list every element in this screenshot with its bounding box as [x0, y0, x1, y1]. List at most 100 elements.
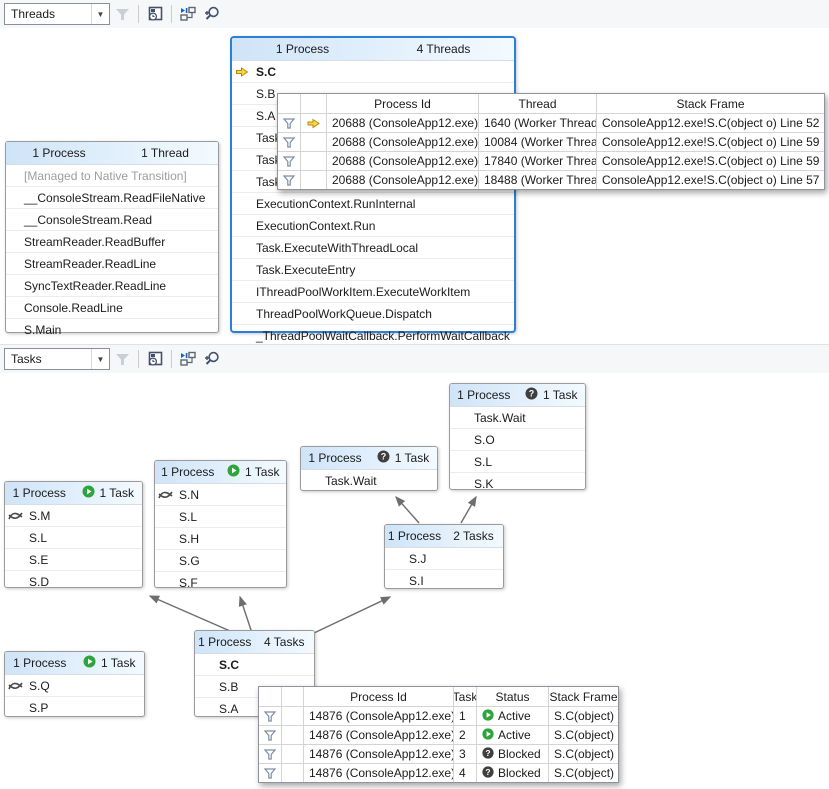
stack-frame-row[interactable]: S.G	[155, 550, 286, 572]
filter-flagged-icon[interactable]	[110, 348, 134, 370]
cell-task[interactable]: 3	[453, 744, 476, 763]
row-filter-icon[interactable]	[259, 744, 281, 763]
cell-stack-frame[interactable]: ConsoleApp12.exe!S.C(object o) Line 57	[596, 170, 824, 189]
cell-task[interactable]: 1	[453, 706, 476, 725]
stack-frame-row[interactable]: S.D	[5, 571, 142, 592]
task-box-running-m[interactable]: 1 Process 1 Task S.M S.L S.E S.D	[4, 481, 143, 588]
cell-process-id[interactable]: 14876 (ConsoleApp12.exe)	[303, 725, 453, 744]
stack-frame-row[interactable]: Task.ExecuteWithThreadLocal	[232, 237, 514, 259]
stack-frame-row[interactable]: S.L	[5, 527, 142, 549]
stack-frame-row[interactable]: [Managed to Native Transition]	[6, 165, 218, 187]
cell-stack-frame[interactable]: ConsoleApp12.exe!S.C(object o) Line 52	[596, 113, 824, 132]
stack-frame-row[interactable]: __ConsoleStream.Read	[6, 209, 218, 231]
stack-frame-row[interactable]: StreamReader.ReadBuffer	[6, 231, 218, 253]
stack-frame-row[interactable]: ThreadPoolWorkQueue.Dispatch	[232, 303, 514, 325]
cell-thread[interactable]: 10084 (Worker Thread)	[478, 132, 596, 151]
stack-frame-row[interactable]: __ConsoleStream.ReadFileNative	[6, 187, 218, 209]
cell-status[interactable]: Active	[476, 706, 548, 725]
view-selector-tasks[interactable]: Tasks ▼	[4, 348, 110, 370]
stack-frame-row[interactable]: S.Q	[5, 675, 144, 697]
stack-frame-row[interactable]: S.C	[195, 654, 314, 676]
stack-frame-row[interactable]: S.K	[450, 473, 585, 494]
current-location-icon	[8, 511, 23, 521]
view-selector-threads[interactable]: Threads ▼	[4, 3, 110, 25]
table-header-cell	[259, 687, 281, 706]
autoscroll-current-frame-icon[interactable]	[176, 348, 200, 370]
autoscroll-current-frame-icon[interactable]	[176, 3, 200, 25]
stack-frame-row[interactable]: S.J	[385, 548, 503, 570]
stack-frame-row[interactable]: S.H	[155, 528, 286, 550]
stack-frame-row[interactable]: IThreadPoolWorkItem.ExecuteWorkItem	[232, 281, 514, 303]
threads-main-stack-box[interactable]: 1 Process 1 Thread [Managed to Native Tr…	[5, 141, 219, 333]
cell-status[interactable]: ? Blocked	[476, 744, 548, 763]
stack-frame-row[interactable]: S.Main	[6, 319, 218, 340]
cell-process-id[interactable]: 14876 (ConsoleApp12.exe)	[303, 706, 453, 725]
cell-stack-frame[interactable]: ConsoleApp12.exe!S.C(object o) Line 59	[596, 151, 824, 170]
stack-frame-row[interactable]: Task.Wait	[301, 470, 437, 491]
stack-frame-row[interactable]: S.L	[450, 451, 585, 473]
cell-stack-frame[interactable]: S.C(object)	[548, 725, 618, 744]
stack-frame-row[interactable]: S.P	[5, 697, 144, 718]
toggle-method-view-icon[interactable]	[143, 3, 167, 25]
cell-stack-frame[interactable]: ConsoleApp12.exe!S.C(object o) Line 59	[596, 132, 824, 151]
row-filter-icon[interactable]	[278, 113, 300, 132]
cell-thread[interactable]: 1640 (Worker Thread)	[478, 113, 596, 132]
stack-frame-row[interactable]: ExecutionContext.Run	[232, 215, 514, 237]
stack-frame-row[interactable]: SyncTextReader.ReadLine	[6, 275, 218, 297]
stack-frame-row[interactable]: S.E	[5, 549, 142, 571]
toggle-zoom-control-icon[interactable]	[200, 348, 224, 370]
toggle-method-view-icon[interactable]	[143, 348, 167, 370]
stack-frame-row[interactable]: S.O	[450, 429, 585, 451]
row-filter-icon[interactable]	[259, 706, 281, 725]
stack-frame-row[interactable]: S.N	[155, 484, 286, 506]
cell-process-id[interactable]: 20688 (ConsoleApp12.exe)	[326, 132, 478, 151]
cell-stack-frame[interactable]: S.C(object)	[548, 763, 618, 782]
task-box-blocked-shallow[interactable]: 1 Process ? 1 Task Task.Wait	[300, 446, 438, 491]
cell-thread[interactable]: 17840 (Worker Thread)	[478, 151, 596, 170]
stack-frame-row[interactable]: S.F	[155, 572, 286, 593]
stack-frame-row[interactable]: ExecutionContext.RunInternal	[232, 193, 514, 215]
stack-frame-row[interactable]: S.I	[385, 570, 503, 591]
cell-status[interactable]: Active	[476, 725, 548, 744]
stack-frame-row[interactable]: S.M	[5, 505, 142, 527]
row-filter-icon[interactable]	[259, 763, 281, 782]
chevron-down-icon[interactable]: ▼	[91, 349, 109, 369]
cell-process-id[interactable]: 14876 (ConsoleApp12.exe)	[303, 744, 453, 763]
toggle-zoom-control-icon[interactable]	[200, 3, 224, 25]
stack-frame-row[interactable]: S.L	[155, 506, 286, 528]
stack-frame-row[interactable]: _ThreadPoolWaitCallback.PerformWaitCallb…	[232, 325, 514, 346]
cell-thread[interactable]: 18488 (Worker Thread)	[478, 170, 596, 189]
cell-stack-frame[interactable]: S.C(object)	[548, 706, 618, 725]
cell-task[interactable]: 2	[453, 725, 476, 744]
stack-frame-row[interactable]: S.C	[232, 61, 514, 83]
filter-flagged-icon[interactable]	[110, 3, 134, 25]
frame-label: _ThreadPoolWaitCallback.PerformWaitCallb…	[256, 329, 510, 343]
row-filter-icon[interactable]	[278, 132, 300, 151]
col-header-process-id: Process Id	[326, 94, 478, 113]
cell-process-id[interactable]: 20688 (ConsoleApp12.exe)	[326, 151, 478, 170]
cell-process-id[interactable]: 14876 (ConsoleApp12.exe)	[303, 763, 453, 782]
row-filter-icon[interactable]	[278, 151, 300, 170]
cell-task[interactable]: 4	[453, 763, 476, 782]
stack-frame-row[interactable]: Console.ReadLine	[6, 297, 218, 319]
stack-frame-row[interactable]: StreamReader.ReadLine	[6, 253, 218, 275]
frame-label: Task.ExecuteWithThreadLocal	[256, 241, 418, 255]
cell-stack-frame[interactable]: S.C(object)	[548, 744, 618, 763]
task-box-blocked-deep[interactable]: 1 Process ? 1 Task Task.Wait S.O S.L S.K	[449, 383, 586, 490]
cell-status[interactable]: ? Blocked	[476, 763, 548, 782]
row-filter-icon[interactable]	[278, 170, 300, 189]
row-filter-icon[interactable]	[259, 725, 281, 744]
frame-label: S.M	[29, 509, 50, 523]
task-box-two-tasks[interactable]: 1 Process 2 Tasks S.J S.I	[384, 524, 504, 589]
frame-label: S.Q	[29, 679, 50, 693]
cell-process-id[interactable]: 20688 (ConsoleApp12.exe)	[326, 113, 478, 132]
task-box-running-q[interactable]: 1 Process 1 Task S.Q S.P	[4, 651, 145, 717]
frame-label: S.L	[179, 510, 197, 524]
frame-label: S.A	[256, 109, 275, 123]
task-box-running-n[interactable]: 1 Process 1 Task S.N S.L S.H S.G S.F	[154, 460, 287, 588]
stack-frame-row[interactable]: Task.ExecuteEntry	[232, 259, 514, 281]
cell-process-id[interactable]: 20688 (ConsoleApp12.exe)	[326, 170, 478, 189]
status-active-icon	[482, 728, 494, 743]
stack-frame-row[interactable]: Task.Wait	[450, 407, 585, 429]
chevron-down-icon[interactable]: ▼	[91, 4, 109, 24]
